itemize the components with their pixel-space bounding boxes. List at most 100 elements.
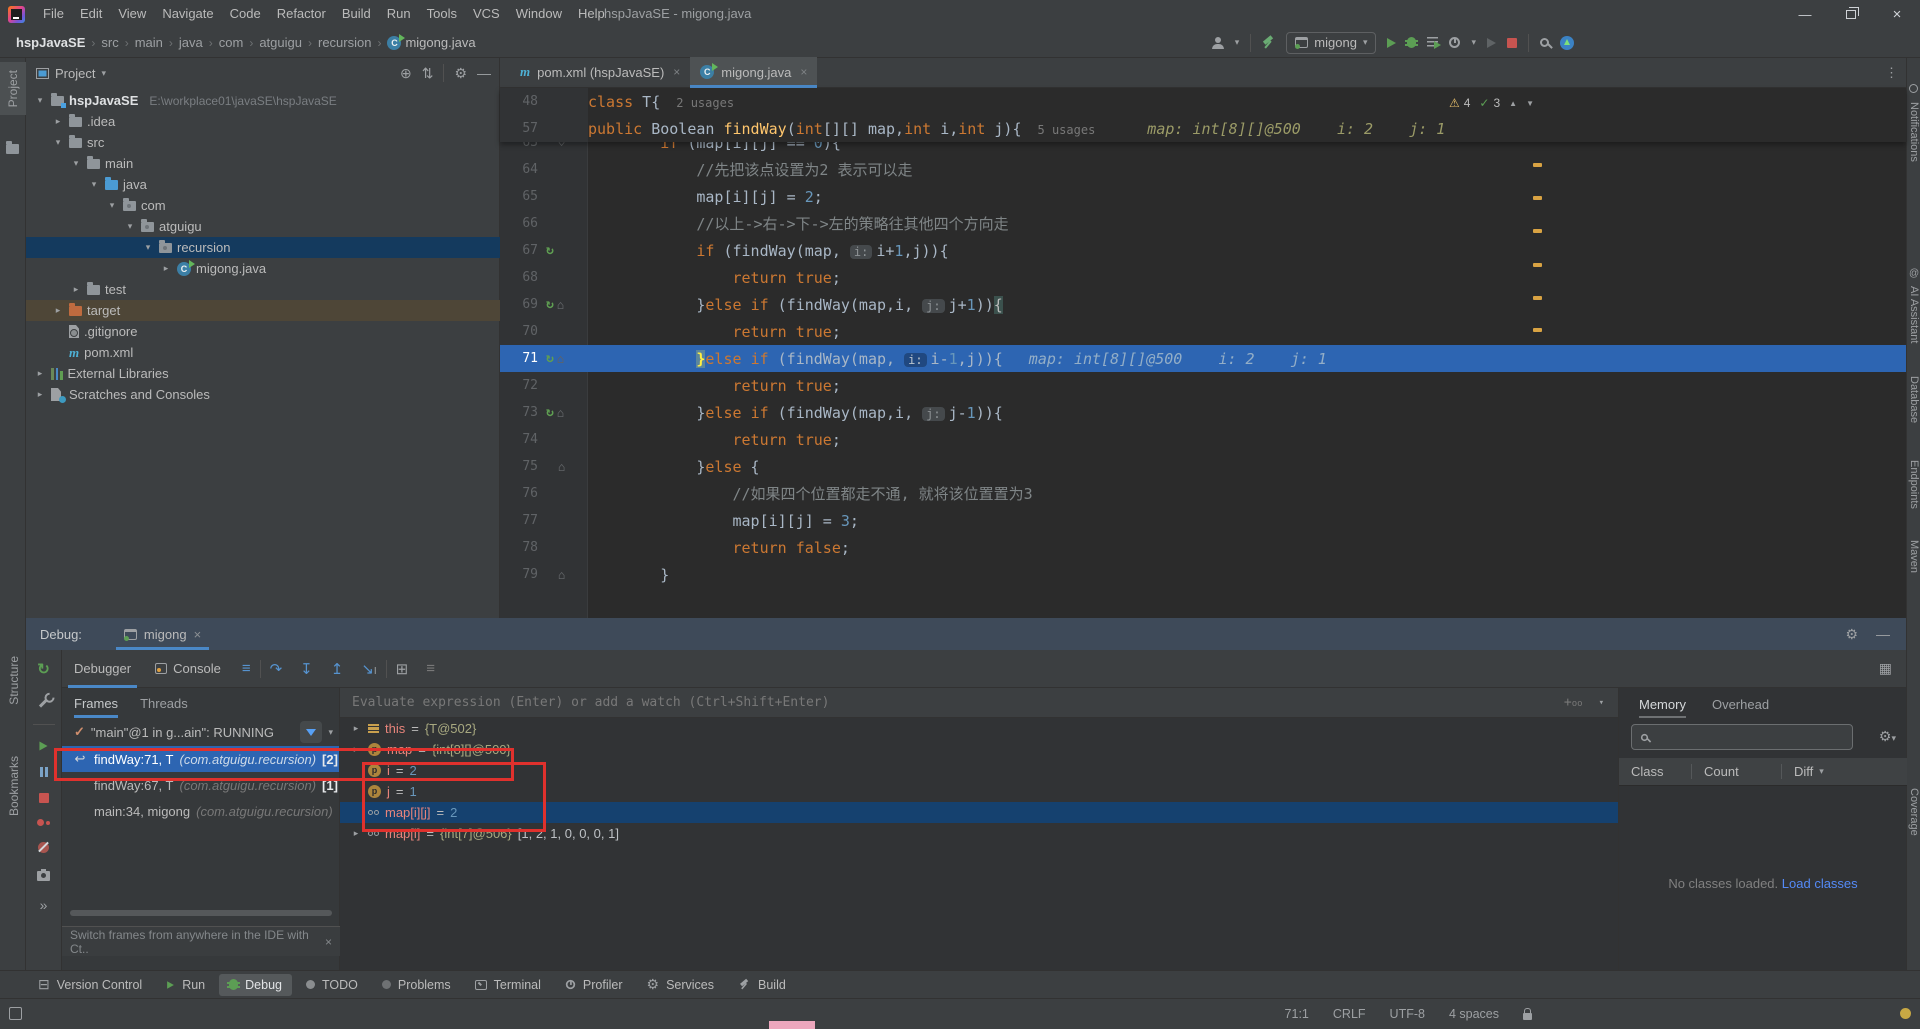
fold-marker-icon[interactable]: ⌂	[557, 407, 564, 419]
tree-expand-icon[interactable]: ▸	[160, 263, 172, 274]
close-button[interactable]: ×	[1874, 0, 1920, 28]
resume-program-icon[interactable]	[39, 742, 47, 751]
line-number[interactable]: 72	[500, 378, 546, 393]
notifications-icon[interactable]	[1909, 84, 1918, 93]
tree-item-com[interactable]: ▾com	[26, 195, 500, 216]
line-number[interactable]: 66	[500, 216, 546, 231]
fold-marker-icon[interactable]: ⌂	[558, 569, 565, 581]
project-view-selector[interactable]: Project ▾	[36, 66, 106, 81]
tool-window-tab-bookmarks[interactable]: Bookmarks	[7, 756, 21, 816]
tree-item--idea[interactable]: ▸.idea	[26, 111, 500, 132]
file-encoding[interactable]: UTF-8	[1390, 1007, 1425, 1021]
menu-code[interactable]: Code	[222, 0, 269, 28]
line-number[interactable]: 73	[500, 405, 546, 420]
step-out-icon[interactable]: ↥	[331, 660, 344, 678]
tool-window-tab-notifications[interactable]: Notifications	[1908, 102, 1920, 162]
line-number[interactable]: 79	[500, 567, 546, 582]
mute-breakpoints-icon[interactable]	[38, 842, 49, 853]
variable-row-j[interactable]: pj = 1	[340, 781, 1618, 802]
tree-item-migong-java[interactable]: ▸Cmigong.java	[26, 258, 500, 279]
horizontal-scrollbar[interactable]	[70, 910, 332, 916]
fold-marker-icon[interactable]: ⌂	[557, 353, 564, 365]
chevron-down-icon[interactable]: ▾	[1599, 698, 1604, 708]
menu-edit[interactable]: Edit	[72, 0, 110, 28]
tool-window-tab-ai-assistant[interactable]: AI Assistant	[1908, 286, 1920, 343]
breadcrumb-item[interactable]: hspJavaSE	[14, 35, 87, 50]
frame-row[interactable]: main:34, migong(com.atguigu.recursion)	[62, 798, 339, 824]
tree-item-src[interactable]: ▾src	[26, 132, 500, 153]
step-over-icon[interactable]: ↷	[270, 660, 283, 678]
breadcrumb-item[interactable]: recursion	[316, 35, 373, 50]
code-editor[interactable]: 48 class T{2 usages57 public Boolean fin…	[500, 88, 1906, 618]
line-number[interactable]: 63	[500, 142, 546, 150]
more-options-icon[interactable]: ⋮	[1885, 65, 1898, 81]
line-number[interactable]: 69	[500, 297, 546, 312]
menu-navigate[interactable]: Navigate	[154, 0, 221, 28]
frame-row[interactable]: ↩findWay:71, T(com.atguigu.recursion)[2]	[62, 746, 339, 772]
tool-window-button-todo[interactable]: TODO	[296, 974, 368, 996]
tool-window-tab-database[interactable]: Database	[1908, 376, 1920, 423]
memory-search-input[interactable]	[1631, 724, 1853, 750]
breadcrumb-item[interactable]: Cmigong.java	[385, 35, 477, 50]
tab-console[interactable]: Console	[143, 650, 233, 688]
tree-item-java[interactable]: ▾java	[26, 174, 500, 195]
chevron-down-icon[interactable]: ▾	[1471, 37, 1476, 48]
tree-collapse-icon[interactable]: ▾	[70, 158, 82, 169]
ai-assistant-icon[interactable]: @	[1909, 268, 1919, 279]
variable-row-i[interactable]: pi = 2	[340, 760, 1618, 781]
breadcrumb-item[interactable]: main	[133, 35, 165, 50]
close-icon[interactable]: ×	[194, 627, 202, 642]
tree-collapse-icon[interactable]: ▾	[106, 200, 118, 211]
tree-item--gitignore[interactable]: .gitignore	[26, 321, 500, 342]
menu-refactor[interactable]: Refactor	[269, 0, 334, 28]
readonly-lock-icon[interactable]	[1523, 1013, 1532, 1020]
tool-window-tab-structure[interactable]: Structure	[7, 656, 21, 705]
tool-window-button-profiler[interactable]: Profiler	[555, 974, 633, 996]
run-to-cursor-icon[interactable]: ↘I	[361, 660, 376, 678]
fold-marker-icon[interactable]: ⌂	[558, 142, 565, 149]
user-profile-icon[interactable]	[1212, 37, 1224, 49]
fold-marker-icon[interactable]: ⌂	[557, 299, 564, 311]
menu-view[interactable]: View	[110, 0, 154, 28]
tree-collapse-icon[interactable]: ▾	[52, 137, 64, 148]
tool-window-tab-endpoints[interactable]: Endpoints	[1908, 460, 1920, 509]
caret-position[interactable]: 71:1	[1285, 1007, 1309, 1021]
menu-file[interactable]: File	[35, 0, 72, 28]
breadcrumb-item[interactable]: java	[177, 35, 205, 50]
tool-window-button-problems[interactable]: Problems	[372, 974, 461, 996]
editor-tab-migong.java[interactable]: Cmigong.java×	[690, 57, 817, 87]
expand-icon[interactable]: ▸	[350, 744, 362, 755]
debug-button[interactable]	[1407, 37, 1416, 48]
variable-row-mapij[interactable]: map[i][j] = 2	[340, 802, 1618, 823]
settings-wrench-icon[interactable]	[39, 698, 48, 707]
line-number[interactable]: 65	[500, 189, 546, 204]
line-number[interactable]: 70	[500, 324, 546, 339]
tree-item-hspjavase[interactable]: ▾hspJavaSEE:\workplace01\javaSE\hspJavaS…	[26, 90, 500, 111]
line-number[interactable]: 74	[500, 432, 546, 447]
build-project-icon[interactable]	[1262, 36, 1275, 49]
tree-item-recursion[interactable]: ▾recursion	[26, 237, 500, 258]
stop-icon[interactable]	[39, 793, 49, 803]
chevron-down-icon[interactable]: ▾	[1235, 37, 1240, 48]
tree-expand-icon[interactable]: ▸	[52, 305, 64, 316]
fold-marker-icon[interactable]: ⌂	[558, 461, 565, 473]
restore-button[interactable]	[1828, 0, 1874, 28]
line-number[interactable]: 77	[500, 513, 546, 528]
prev-problem-icon[interactable]: ▲	[1509, 99, 1517, 108]
pause-program-icon[interactable]	[40, 767, 48, 777]
thread-selector[interactable]: ✓ "main"@1 in g...ain": RUNNING ▾	[62, 718, 339, 746]
update-available-icon[interactable]	[1560, 36, 1574, 50]
line-number[interactable]: 76	[500, 486, 546, 501]
step-into-icon[interactable]: ↧	[300, 660, 313, 678]
notification-bubble-icon[interactable]	[1900, 1008, 1911, 1019]
gear-icon[interactable]: ⚙	[454, 65, 467, 82]
error-stripe[interactable]	[1531, 88, 1545, 618]
tree-collapse-icon[interactable]: ▾	[124, 221, 136, 232]
view-breakpoints-icon[interactable]	[37, 819, 50, 826]
tree-item-main[interactable]: ▾main	[26, 153, 500, 174]
editor-tab-pom.xml[interactable]: mpom.xml (hspJavaSE)×	[510, 57, 690, 87]
expand-icon[interactable]: ▸	[350, 723, 362, 734]
thread-dump-icon[interactable]	[37, 871, 50, 881]
rerun-icon[interactable]: ↻	[37, 660, 50, 678]
tree-item-external-libraries[interactable]: ▸External Libraries	[26, 363, 500, 384]
